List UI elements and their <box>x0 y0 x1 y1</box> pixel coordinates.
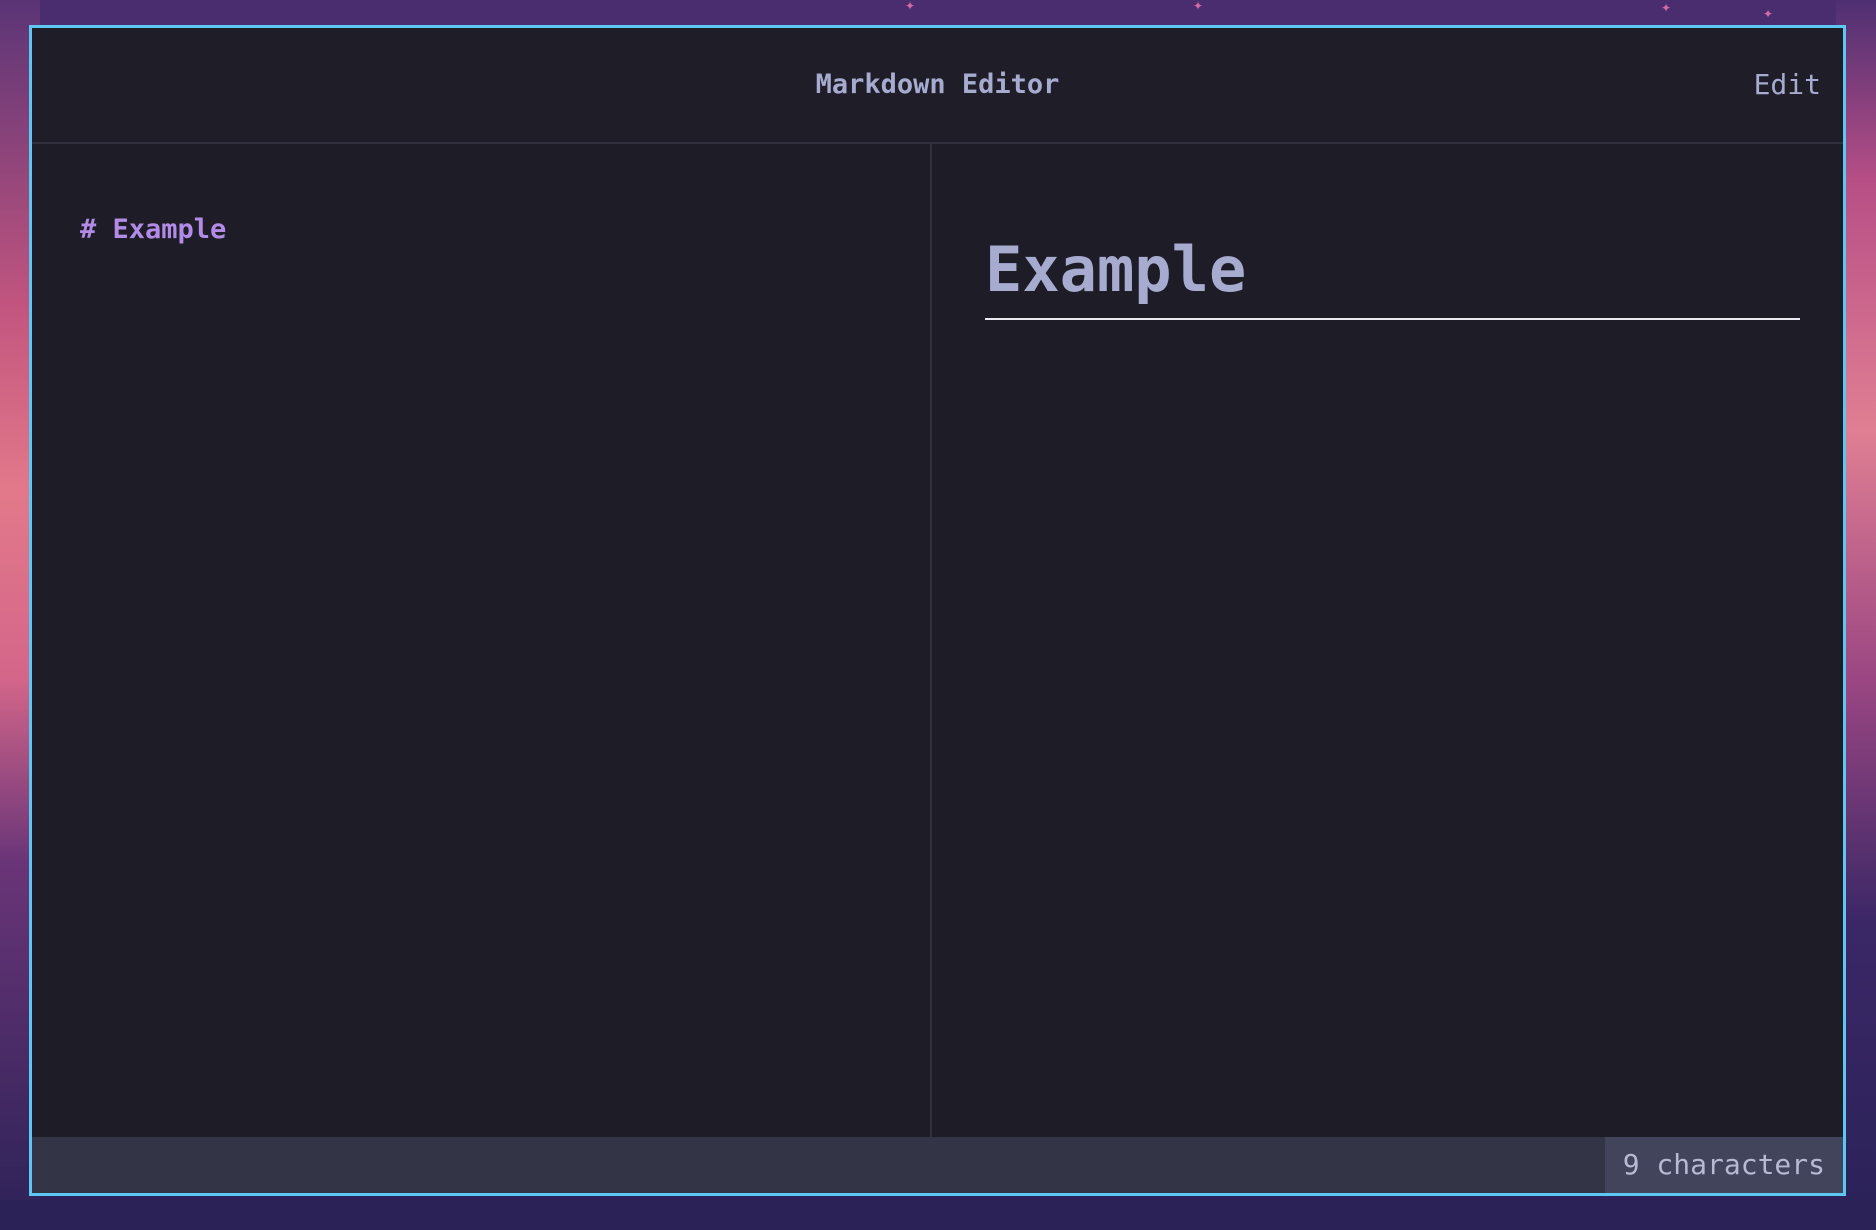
title-bar: Markdown Editor Edit <box>32 28 1843 144</box>
editor-window: Markdown Editor Edit # Example Example 9… <box>29 25 1846 1196</box>
character-count: 9 characters <box>1604 1137 1843 1193</box>
app-title: Markdown Editor <box>815 69 1060 100</box>
preview-pane: Example <box>932 144 1843 1144</box>
status-bar: 9 characters <box>32 1137 1843 1193</box>
markdown-source-text[interactable]: # Example <box>80 214 226 245</box>
star-decoration: ✦ <box>905 0 916 13</box>
markdown-editor-pane[interactable]: # Example <box>32 144 932 1144</box>
star-decoration: ✦ <box>1763 7 1774 21</box>
wallpaper-bottom <box>0 1200 1876 1230</box>
star-decoration: ✦ <box>1193 0 1204 13</box>
preview-heading: Example <box>985 230 1800 320</box>
star-decoration: ✦ <box>1661 1 1672 15</box>
edit-mode-button[interactable]: Edit <box>1754 28 1821 142</box>
